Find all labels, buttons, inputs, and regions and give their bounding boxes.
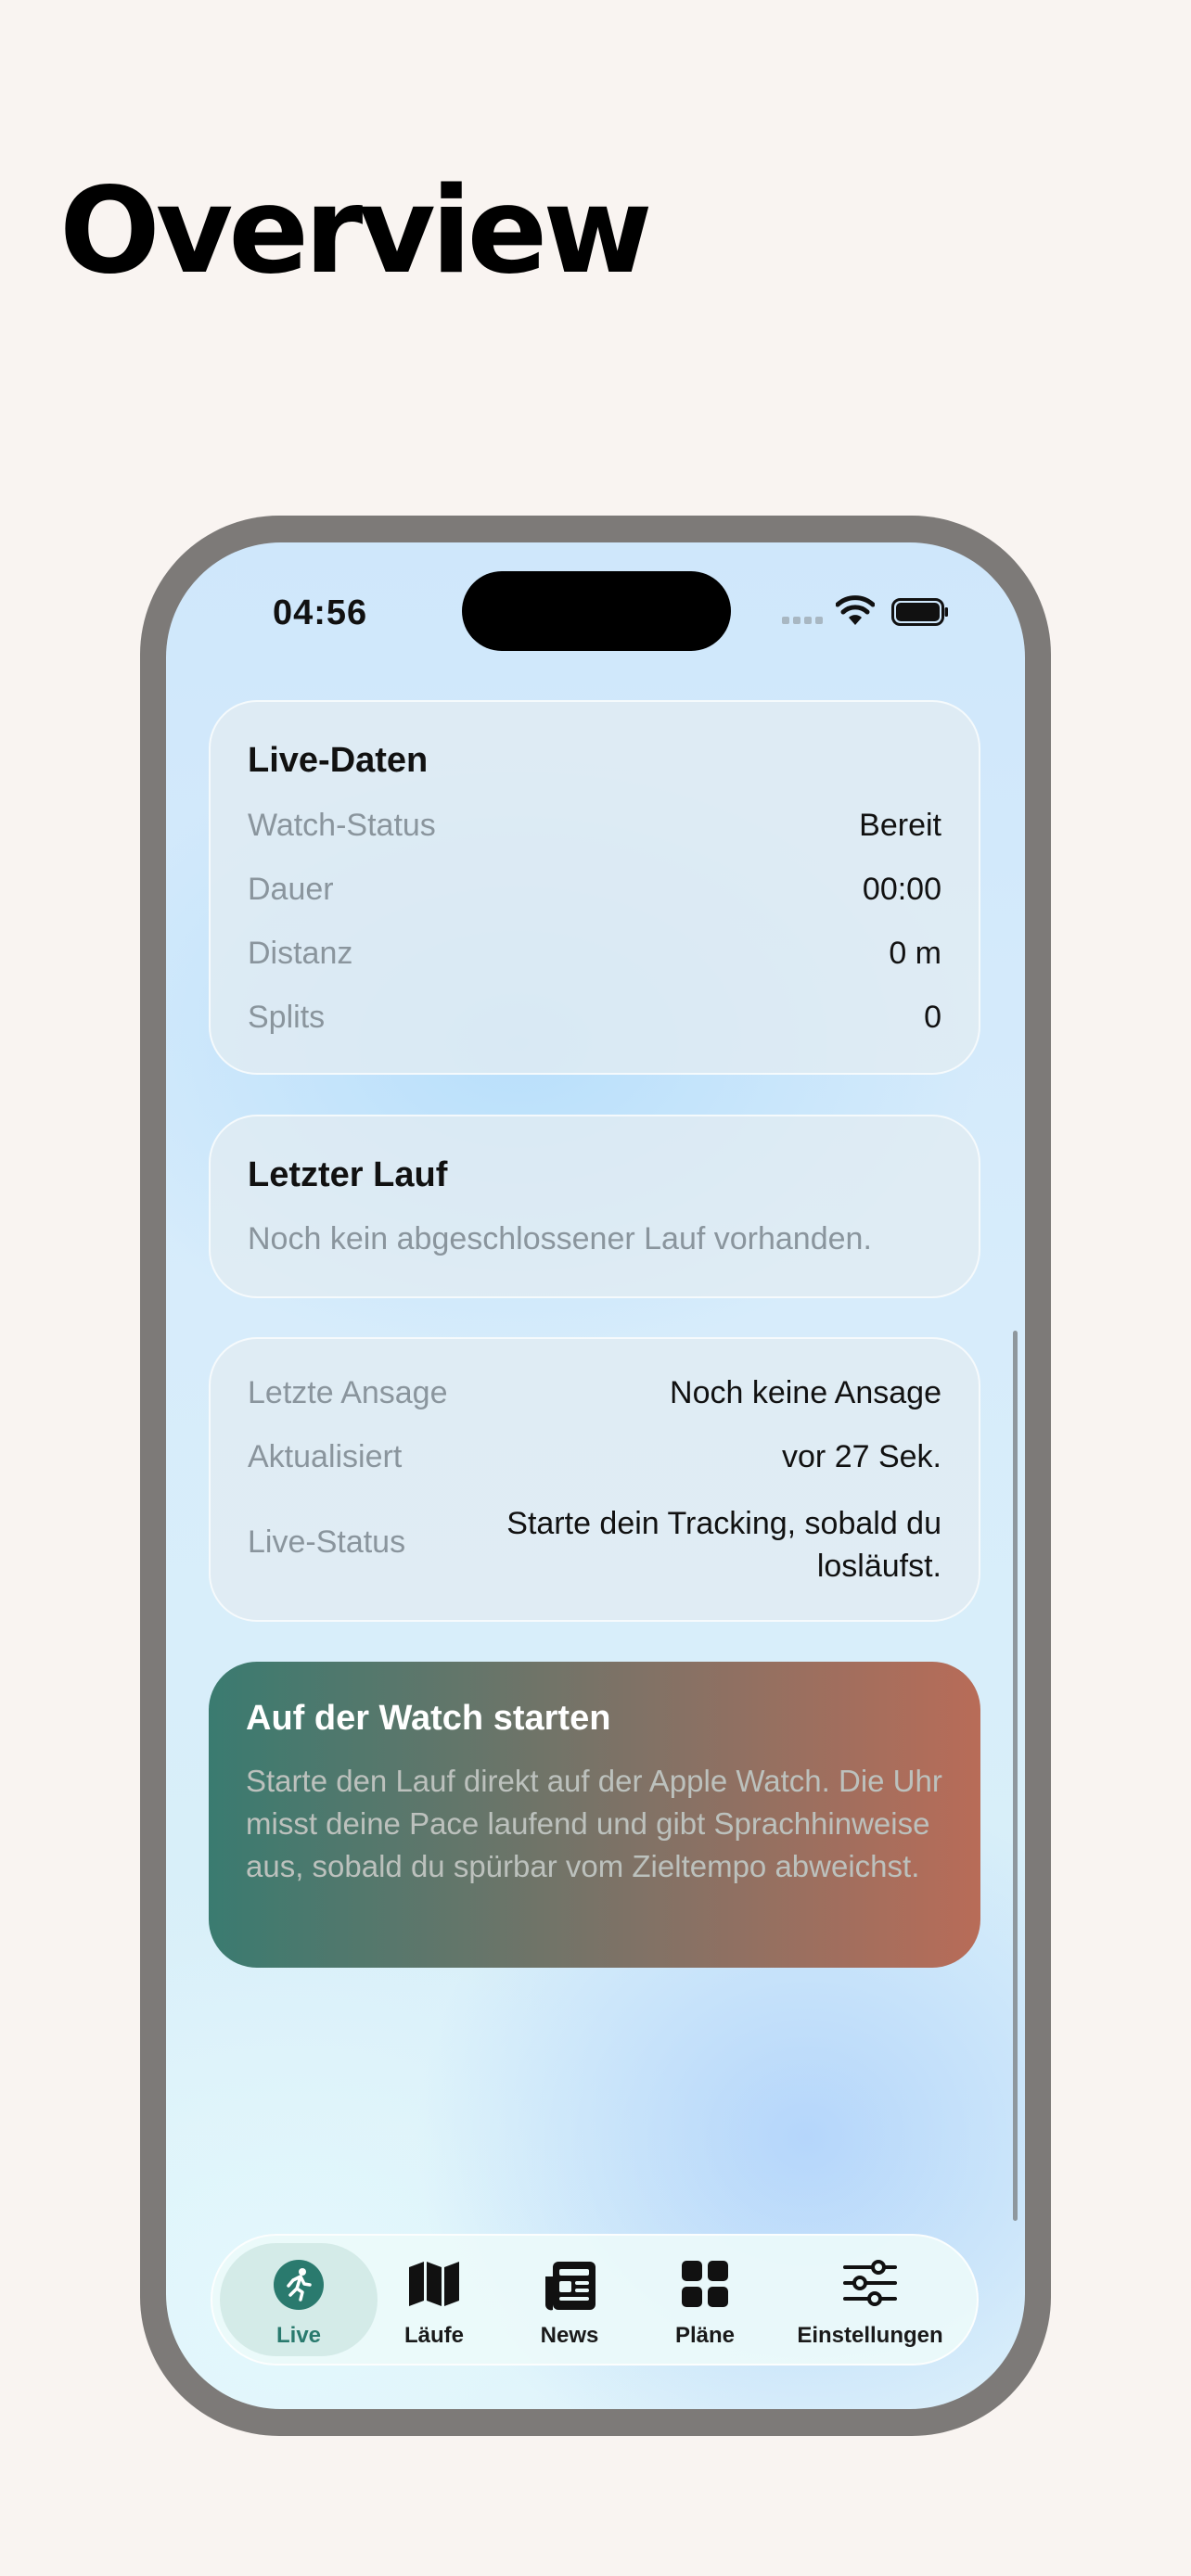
start-on-watch-title: Auf der Watch starten	[246, 1699, 611, 1738]
live-status-label: Live-Status	[248, 1524, 406, 1560]
battery-icon	[891, 598, 948, 626]
live-data-card: Live-Daten Watch-Status Bereit Dauer 00:…	[209, 700, 980, 1075]
start-on-watch-description: Starte den Lauf direkt auf der Apple Wat…	[246, 1764, 942, 1883]
last-announcement-value: Noch keine Ansage	[670, 1375, 941, 1410]
splits-value: 0	[924, 1000, 941, 1035]
distance-label: Distanz	[248, 936, 353, 971]
live-status-value-line2: losläufst.	[816, 1549, 941, 1584]
duration-value: 00:00	[862, 872, 941, 907]
live-data-title: Live-Daten	[248, 741, 429, 780]
updated-label: Aktualisiert	[248, 1439, 403, 1474]
phone-frame: 04:56 Live-Daten Watch-Status Bereit Dau…	[140, 516, 1051, 2436]
announcement-card: Letzte Ansage Noch keine Ansage Aktualis…	[209, 1337, 980, 1622]
tab-laeufe[interactable]: Läufe	[383, 2243, 485, 2356]
live-status-value: Starte dein Tracking, sobald du losläufs…	[506, 1502, 941, 1588]
updated-row: Aktualisiert vor 27 Sek.	[248, 1439, 941, 1482]
page-title: Overview	[59, 162, 653, 300]
last-run-title: Letzter Lauf	[248, 1155, 448, 1194]
cellular-signal-icon	[782, 617, 823, 624]
phone-screen: 04:56 Live-Daten Watch-Status Bereit Dau…	[166, 542, 1025, 2409]
live-status-value-line1: Starte dein Tracking, sobald du	[506, 1506, 941, 1541]
tab-news-label: News	[540, 2323, 599, 2348]
newspaper-icon	[544, 2262, 596, 2311]
watch-status-value: Bereit	[859, 808, 941, 843]
tab-plaene[interactable]: Pläne	[654, 2243, 756, 2356]
map-icon	[409, 2262, 459, 2306]
distance-row: Distanz 0 m	[248, 936, 941, 978]
watch-status-label: Watch-Status	[248, 808, 436, 843]
tab-einstellungen-label: Einstellungen	[797, 2323, 943, 2348]
wifi-icon	[836, 595, 875, 625]
updated-value: vor 27 Sek.	[782, 1439, 941, 1474]
last-run-empty-text: Noch kein abgeschlossener Lauf vorhanden…	[248, 1221, 872, 1256]
last-announcement-row: Letzte Ansage Noch keine Ansage	[248, 1375, 941, 1418]
live-status-row: Live-Status Starte dein Tracking, sobald…	[248, 1502, 941, 1588]
status-time: 04:56	[273, 593, 368, 632]
last-announcement-label: Letzte Ansage	[248, 1375, 448, 1410]
watch-status-row: Watch-Status Bereit	[248, 808, 941, 850]
tab-bar: Live Läufe News Pläne Einstellungen	[211, 2234, 979, 2366]
splits-row: Splits 0	[248, 1000, 941, 1042]
last-run-card[interactable]: Letzter Lauf Noch kein abgeschlossener L…	[209, 1115, 980, 1298]
grid-icon	[682, 2261, 728, 2307]
start-on-watch-card[interactable]: Auf der Watch starten Starte den Lauf di…	[209, 1662, 980, 1968]
tab-live-label: Live	[275, 2323, 322, 2348]
splits-label: Splits	[248, 1000, 326, 1035]
tab-news[interactable]: News	[519, 2243, 621, 2356]
runner-icon	[274, 2260, 324, 2310]
scrollbar[interactable]	[1013, 1331, 1018, 2221]
tab-plaene-label: Pläne	[674, 2323, 736, 2348]
tab-live[interactable]: Live	[220, 2243, 378, 2356]
dynamic-island	[462, 571, 731, 651]
tab-laeufe-label: Läufe	[403, 2323, 464, 2348]
sliders-icon	[843, 2260, 897, 2306]
duration-row: Dauer 00:00	[248, 872, 941, 914]
duration-label: Dauer	[248, 872, 334, 907]
distance-value: 0 m	[889, 936, 941, 971]
tab-einstellungen[interactable]: Einstellungen	[782, 2243, 958, 2356]
